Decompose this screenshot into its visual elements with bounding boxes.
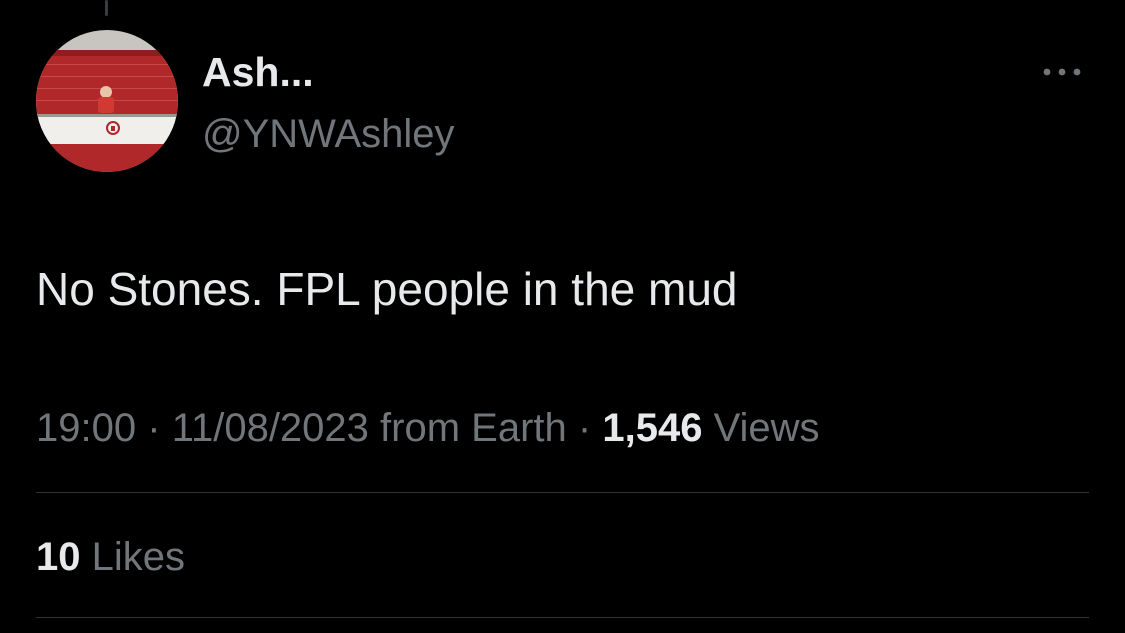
likes-label: Likes <box>91 535 186 579</box>
divider <box>36 492 1089 493</box>
user-handle[interactable]: @YNWAshley <box>202 114 455 154</box>
tweet-text: No Stones. FPL people in the mud <box>36 263 738 315</box>
tweet-date[interactable]: 11/08/2023 <box>172 406 369 450</box>
more-options-button[interactable] <box>1036 56 1088 88</box>
tweet-source: from Earth <box>380 406 567 450</box>
meta-separator: · <box>577 406 592 450</box>
more-horizontal-icon <box>1043 68 1081 76</box>
press-conference-avatar-icon <box>36 30 178 172</box>
thread-connector-line <box>105 0 108 16</box>
divider <box>36 617 1089 618</box>
views-label[interactable]: Views <box>714 406 820 450</box>
likes-count: 10 <box>36 535 81 579</box>
views-count[interactable]: 1,546 <box>602 406 702 450</box>
likes-stat[interactable]: 10 Likes <box>36 537 185 577</box>
meta-separator: · <box>147 406 161 450</box>
tweet-time[interactable]: 19:00 <box>36 406 136 450</box>
tweet-meta: 19:00 · 11/08/2023 from Earth · 1,546 Vi… <box>36 408 820 448</box>
display-name[interactable]: Ash... <box>202 52 314 93</box>
avatar[interactable] <box>36 30 178 172</box>
